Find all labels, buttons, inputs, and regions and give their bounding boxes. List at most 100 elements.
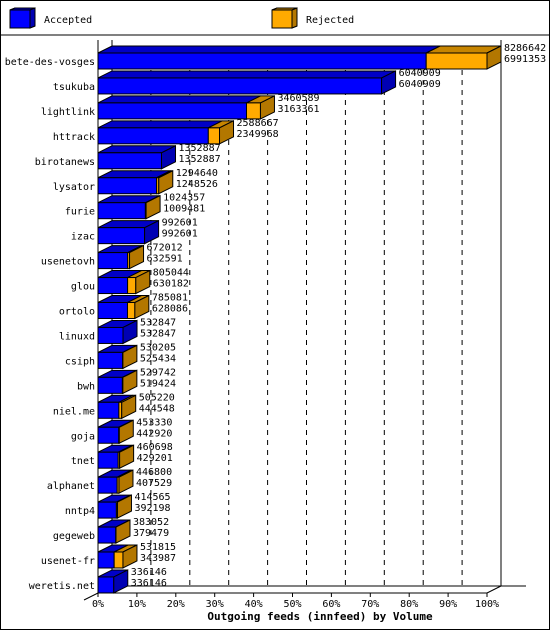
x-tick-label: 30% — [206, 599, 224, 610]
category-label: lightlink — [41, 107, 95, 118]
bar-group-nntp4 — [97, 494, 132, 519]
x-tick-label: 20% — [167, 599, 185, 610]
legend-swatch-side — [291, 7, 298, 29]
bar-accepted — [97, 302, 128, 319]
legend: Accepted Rejected — [0, 7, 550, 36]
value-label-accepted: 6991353 — [504, 54, 546, 65]
category-label: nntp4 — [65, 506, 95, 517]
value-label-total: 414565 — [134, 492, 170, 503]
bar-accepted — [97, 526, 117, 544]
x-tick-label: 10% — [128, 599, 146, 610]
value-label-accepted: 442920 — [136, 428, 172, 439]
bar-group-linuxd — [97, 319, 138, 345]
bar-accepted — [97, 326, 124, 344]
value-label-accepted: 1248526 — [176, 179, 218, 190]
value-label-accepted: 630182 — [153, 279, 189, 290]
bar-accepted — [97, 152, 163, 170]
value-label-accepted: 628086 — [152, 304, 188, 315]
bar-rejected — [126, 302, 136, 319]
bar-group-niel.me — [97, 394, 137, 420]
bar-group-csiph — [97, 344, 138, 370]
bar-accepted — [97, 576, 115, 594]
category-label: bete-des-vosges — [5, 57, 95, 68]
value-label-accepted: 1009481 — [163, 204, 205, 215]
bar-accepted — [97, 451, 119, 469]
category-label: alphanet — [47, 481, 95, 492]
bar-group-alphanet — [97, 469, 134, 494]
bar-accepted — [97, 401, 120, 419]
bar-group-bwh — [97, 369, 138, 395]
value-label-accepted: 336146 — [131, 578, 167, 589]
bar-accepted — [97, 551, 115, 569]
bar-group-tnet — [97, 444, 135, 470]
value-label-total: 383052 — [133, 517, 169, 528]
bar-group-glou — [97, 269, 151, 295]
bar-accepted — [97, 202, 146, 220]
value-label-total: 2588667 — [237, 118, 279, 129]
value-label-total: 336146 — [131, 567, 167, 578]
category-label: tnet — [71, 456, 95, 467]
category-label: ortolo — [59, 307, 95, 318]
category-label: httrack — [53, 132, 95, 143]
bar-accepted — [97, 252, 129, 270]
category-label: goja — [71, 431, 95, 442]
value-label-accepted: 3163361 — [277, 104, 319, 115]
bar-group-httrack — [97, 120, 235, 145]
value-label-accepted: 444548 — [139, 403, 175, 414]
x-axis: 0% 10% 20% 30% 40% 50% 60% 70% 80% 90% 100% — [92, 593, 499, 610]
value-label-total: 785081 — [152, 293, 188, 304]
legend-swatch-front — [271, 9, 293, 29]
bar-group-ortolo — [97, 294, 150, 320]
x-tick-label: 100% — [475, 599, 499, 610]
bar-accepted — [97, 77, 383, 95]
category-label: gegeweb — [53, 531, 95, 542]
value-label-accepted: 525434 — [140, 353, 176, 364]
bar-accepted — [97, 376, 123, 394]
legend-label: Rejected — [306, 15, 354, 26]
bar-accepted — [97, 501, 117, 519]
value-label-total: 8286642 — [504, 43, 546, 54]
x-tick-label: 0% — [92, 599, 104, 610]
x-tick-label: 40% — [245, 599, 263, 610]
bar-group-usenet-fr — [97, 544, 138, 569]
legend-label: Accepted — [44, 15, 92, 26]
value-label-total: 532847 — [140, 317, 176, 328]
value-label-total: 6040909 — [399, 68, 441, 79]
category-label: glou — [71, 282, 95, 293]
x-tick-label: 80% — [400, 599, 418, 610]
bar-accepted — [97, 227, 146, 245]
value-label-total: 3460589 — [277, 93, 319, 104]
category-label: tsukuba — [53, 82, 95, 93]
bar-group-lysator — [97, 169, 174, 195]
bar-accepted — [97, 351, 124, 369]
value-label-accepted: 2349968 — [237, 129, 279, 140]
value-label-accepted: 992601 — [162, 229, 198, 240]
value-label-accepted: 519424 — [140, 378, 176, 389]
value-label-accepted: 632591 — [147, 254, 183, 265]
bar-group-lightlink — [97, 95, 275, 120]
x-tick-label: 60% — [322, 599, 340, 610]
bar-top-accepted — [97, 95, 261, 104]
bar-group-tsukuba — [97, 70, 397, 95]
value-label-total: 530205 — [140, 342, 176, 353]
floor-right-edge — [486, 585, 502, 594]
bar-accepted — [97, 52, 427, 70]
bar-group-usenetovh — [97, 244, 145, 270]
x-axis-title: Outgoing feeds (innfeed) by Volume — [207, 610, 433, 623]
category-label: bwh — [77, 381, 95, 392]
bar-top-accepted — [97, 70, 396, 79]
legend-swatch-side — [29, 7, 36, 29]
bar-group-furie — [97, 194, 161, 220]
legend-swatch-front — [9, 9, 31, 29]
category-label: birotanews — [35, 157, 95, 168]
value-label-total: 805044 — [153, 268, 189, 279]
value-label-total: 992601 — [162, 218, 198, 229]
bar-accepted — [97, 277, 129, 295]
bar-rejected — [245, 102, 261, 120]
bar-accepted — [97, 127, 209, 145]
bar-rejected — [207, 127, 221, 145]
value-label-total: 529742 — [140, 367, 176, 378]
value-label-accepted: 379479 — [133, 528, 169, 539]
value-label-total: 446800 — [136, 467, 172, 478]
value-label-accepted: 407529 — [136, 478, 172, 489]
